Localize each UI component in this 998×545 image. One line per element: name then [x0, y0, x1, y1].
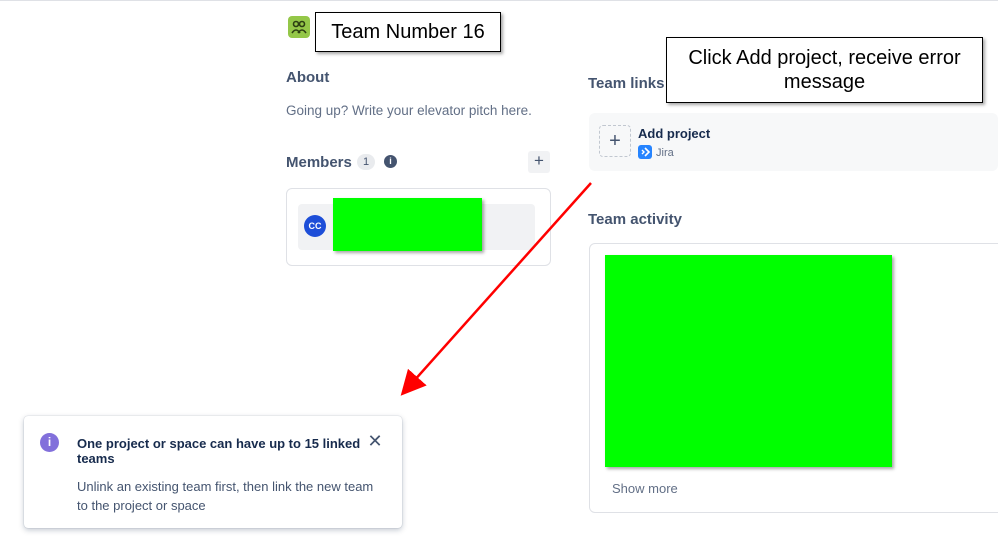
red-arrow-line [400, 182, 592, 396]
annotation-arrow [400, 182, 592, 396]
